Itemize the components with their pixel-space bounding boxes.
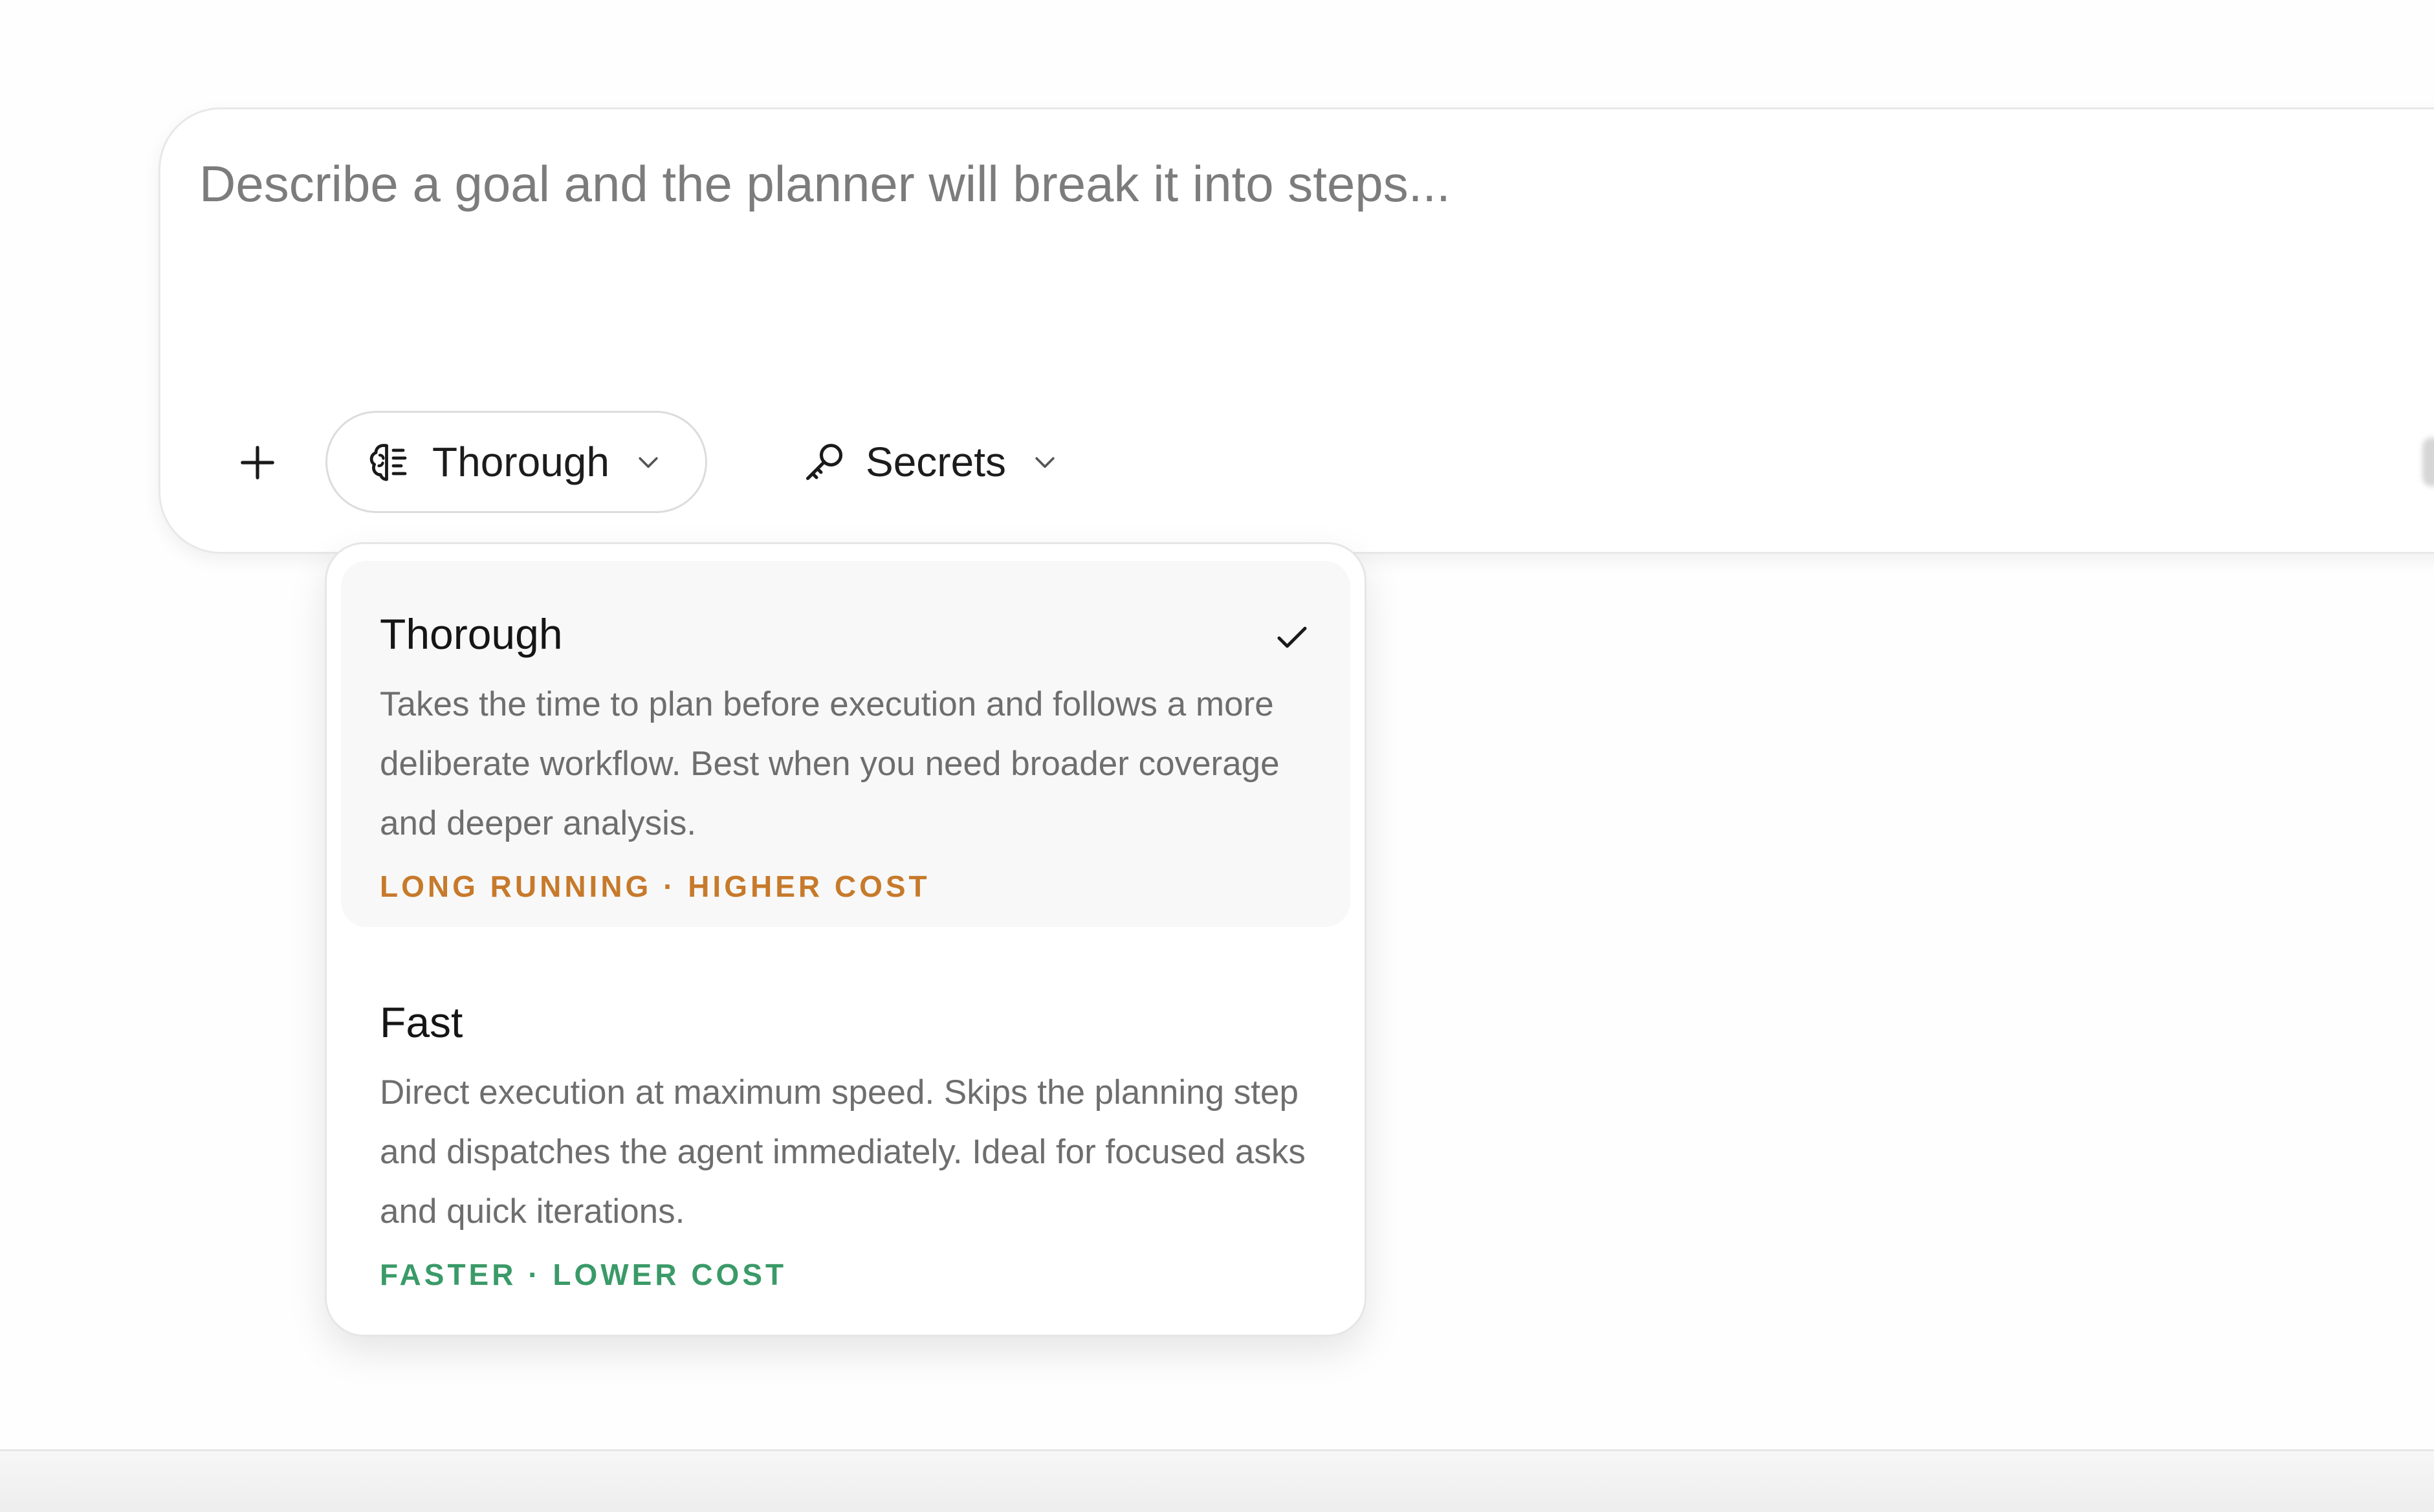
bottom-bar [0,1449,2434,1512]
secrets-label: Secrets [866,439,1006,485]
composer-toolbar: Thorough Secrets [160,411,2434,514]
check-icon [1277,626,1307,648]
composer-card: Thorough Secrets [159,107,2434,554]
app-canvas: Thorough Secrets Thorough Takes the ti [0,0,2434,1512]
mode-dropdown-menu: Thorough Takes the time to plan before e… [325,542,1366,1337]
mode-selector-button[interactable]: Thorough [325,411,707,513]
mode-selector-label: Thorough [432,439,609,485]
chevron-down-icon [639,457,658,468]
send-button-edge[interactable] [2422,437,2434,487]
mode-option-thorough[interactable]: Thorough Takes the time to plan before e… [341,561,1350,927]
option-description: Direct execution at maximum speed. Skips… [380,1073,1306,1231]
add-attachment-button[interactable] [219,424,296,501]
secrets-button[interactable]: Secrets [762,411,1059,513]
option-title: Thorough [380,610,563,658]
option-title: Fast [380,998,463,1046]
goal-input[interactable] [199,155,2140,310]
key-icon [806,443,843,481]
option-description: Takes the time to plan before execution … [380,685,1280,842]
option-tag: LONG RUNNING · HIGHER COST [380,870,930,903]
chevron-down-icon [1035,457,1055,468]
brain-icon [369,444,407,481]
plus-icon [241,446,274,479]
option-tag: FASTER · LOWER COST [380,1258,787,1291]
mode-option-fast[interactable]: Fast Direct execution at maximum speed. … [341,949,1350,1311]
